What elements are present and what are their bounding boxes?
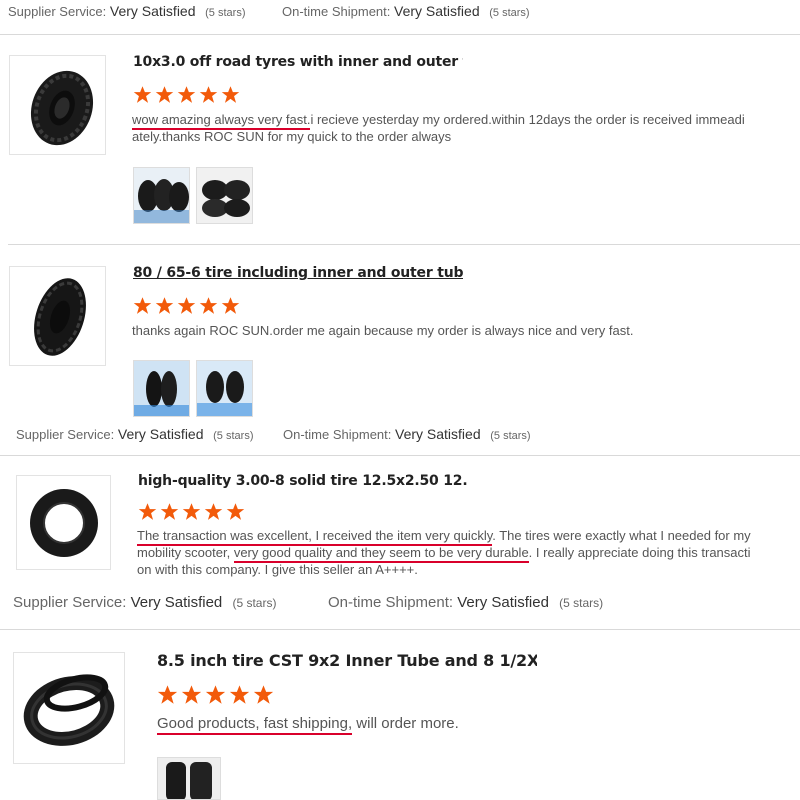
star-icon bbox=[177, 86, 196, 103]
product-image[interactable] bbox=[9, 55, 106, 155]
review-product-title[interactable]: high-quality 3.00-8 solid tire 12.5x2.50… bbox=[138, 473, 468, 489]
star-rating bbox=[138, 502, 248, 521]
divider bbox=[0, 455, 800, 456]
supplier-service-value: Very Satisfied bbox=[130, 594, 223, 611]
review-text-continued: on with this company. I give this seller… bbox=[137, 562, 418, 577]
tire-photo-thumbnail bbox=[134, 361, 189, 416]
star-icon bbox=[199, 86, 218, 103]
star-icon bbox=[177, 297, 196, 314]
supplier-service-value: Very Satisfied bbox=[117, 426, 204, 442]
shipment-value: Very Satisfied bbox=[395, 426, 481, 442]
star-icon bbox=[253, 685, 274, 704]
supplier-service-stars: (5 stars) bbox=[205, 7, 246, 19]
star-rating bbox=[157, 684, 277, 705]
star-icon bbox=[199, 297, 218, 314]
top-shipment-line: On-time Shipment: Very Satisfied (5 star… bbox=[282, 3, 530, 19]
review-photo-thumbnail[interactable] bbox=[133, 167, 190, 224]
review-text-continued: i recieve yesterday my ordered.within 12… bbox=[310, 112, 745, 127]
star-icon bbox=[182, 503, 201, 520]
review-text-continued: . The tires were exactly what I needed f… bbox=[492, 528, 751, 543]
review-text: wow amazing always very fast.i recieve y… bbox=[132, 111, 772, 145]
tire-photo-thumbnail bbox=[158, 758, 220, 799]
star-icon bbox=[155, 86, 174, 103]
tire-image bbox=[30, 70, 94, 146]
star-icon bbox=[221, 297, 240, 314]
star-rating bbox=[133, 85, 243, 104]
star-icon bbox=[205, 685, 226, 704]
top-rating-line: Supplier Service: Very Satisfied (5 star… bbox=[8, 3, 245, 19]
shipment-rating-line: On-time Shipment: Very Satisfied (5 star… bbox=[328, 594, 603, 611]
star-icon bbox=[138, 503, 157, 520]
review-text: thanks again ROC SUN.order me again beca… bbox=[132, 323, 634, 338]
product-image[interactable] bbox=[16, 475, 111, 570]
product-image[interactable] bbox=[9, 266, 106, 366]
shipment-value: Very Satisfied bbox=[394, 3, 480, 19]
review-text-continued: ately.thanks ROC SUN for my quick to the… bbox=[132, 129, 452, 144]
review-text-continued: will order more. bbox=[352, 715, 459, 732]
shipment-stars: (5 stars) bbox=[489, 7, 530, 19]
star-icon bbox=[229, 685, 250, 704]
review-text-continued: mobility scooter, bbox=[137, 545, 234, 560]
shipment-value: Very Satisfied bbox=[457, 594, 549, 611]
divider bbox=[8, 244, 800, 245]
supplier-service-stars: (5 stars) bbox=[213, 430, 254, 442]
star-rating bbox=[133, 296, 243, 315]
review-text: Good products, fast shipping, will order… bbox=[157, 715, 757, 735]
supplier-service-stars: (5 stars) bbox=[232, 596, 277, 610]
star-icon bbox=[221, 86, 240, 103]
tire-image bbox=[23, 674, 115, 746]
shipment-label: On-time Shipment: bbox=[328, 594, 454, 611]
shipment-stars: (5 stars) bbox=[490, 430, 531, 442]
supplier-service-label: Supplier Service: bbox=[16, 427, 115, 442]
star-icon bbox=[133, 86, 152, 103]
review-text-continued: . I really appreciate doing this transac… bbox=[528, 545, 751, 560]
review-text-underlined: wow amazing always very fast. bbox=[132, 112, 311, 130]
review-text-underlined: very good quality and they seem to be ve… bbox=[233, 545, 529, 563]
review-photo-thumbnail[interactable] bbox=[157, 757, 221, 800]
review-text-underlined: Good products, fast shipping, bbox=[157, 715, 353, 735]
star-icon bbox=[157, 685, 178, 704]
shipment-label: On-time Shipment: bbox=[282, 4, 391, 19]
tire-image bbox=[30, 489, 98, 557]
shipment-rating-line: On-time Shipment: Very Satisfied (5 star… bbox=[283, 426, 531, 442]
tire-photo-thumbnail bbox=[134, 168, 189, 223]
star-icon bbox=[155, 297, 174, 314]
product-image[interactable] bbox=[13, 652, 125, 764]
review-product-title[interactable]: 80 / 65-6 tire including inner and outer… bbox=[133, 265, 463, 281]
tire-photo-thumbnail bbox=[197, 168, 252, 223]
tire-image bbox=[34, 278, 86, 356]
supplier-service-label: Supplier Service: bbox=[13, 594, 127, 611]
review-product-title[interactable]: 10x3.0 off road tyres with inner and out… bbox=[133, 54, 463, 70]
star-icon bbox=[226, 503, 245, 520]
supplier-service-label: Supplier Service: bbox=[8, 4, 107, 19]
divider bbox=[0, 34, 800, 35]
review-text-underlined: The transaction was excellent, I receive… bbox=[137, 528, 493, 546]
star-icon bbox=[160, 503, 179, 520]
review-photo-thumbnail[interactable] bbox=[196, 167, 253, 224]
star-icon bbox=[133, 297, 152, 314]
review-product-title[interactable]: 8.5 inch tire CST 9x2 Inner Tube and 8 1… bbox=[157, 651, 537, 670]
supplier-rating-line: Supplier Service: Very Satisfied (5 star… bbox=[16, 426, 253, 442]
tire-photo-thumbnail bbox=[197, 361, 252, 416]
star-icon bbox=[181, 685, 202, 704]
review-photo-thumbnail[interactable] bbox=[196, 360, 253, 417]
supplier-rating-line: Supplier Service: Very Satisfied (5 star… bbox=[13, 594, 276, 611]
supplier-service-value: Very Satisfied bbox=[109, 3, 196, 19]
shipment-label: On-time Shipment: bbox=[283, 427, 392, 442]
divider bbox=[0, 629, 800, 630]
review-text: The transaction was excellent, I receive… bbox=[137, 527, 777, 578]
review-photo-thumbnail[interactable] bbox=[133, 360, 190, 417]
star-icon bbox=[204, 503, 223, 520]
shipment-stars: (5 stars) bbox=[559, 596, 604, 610]
